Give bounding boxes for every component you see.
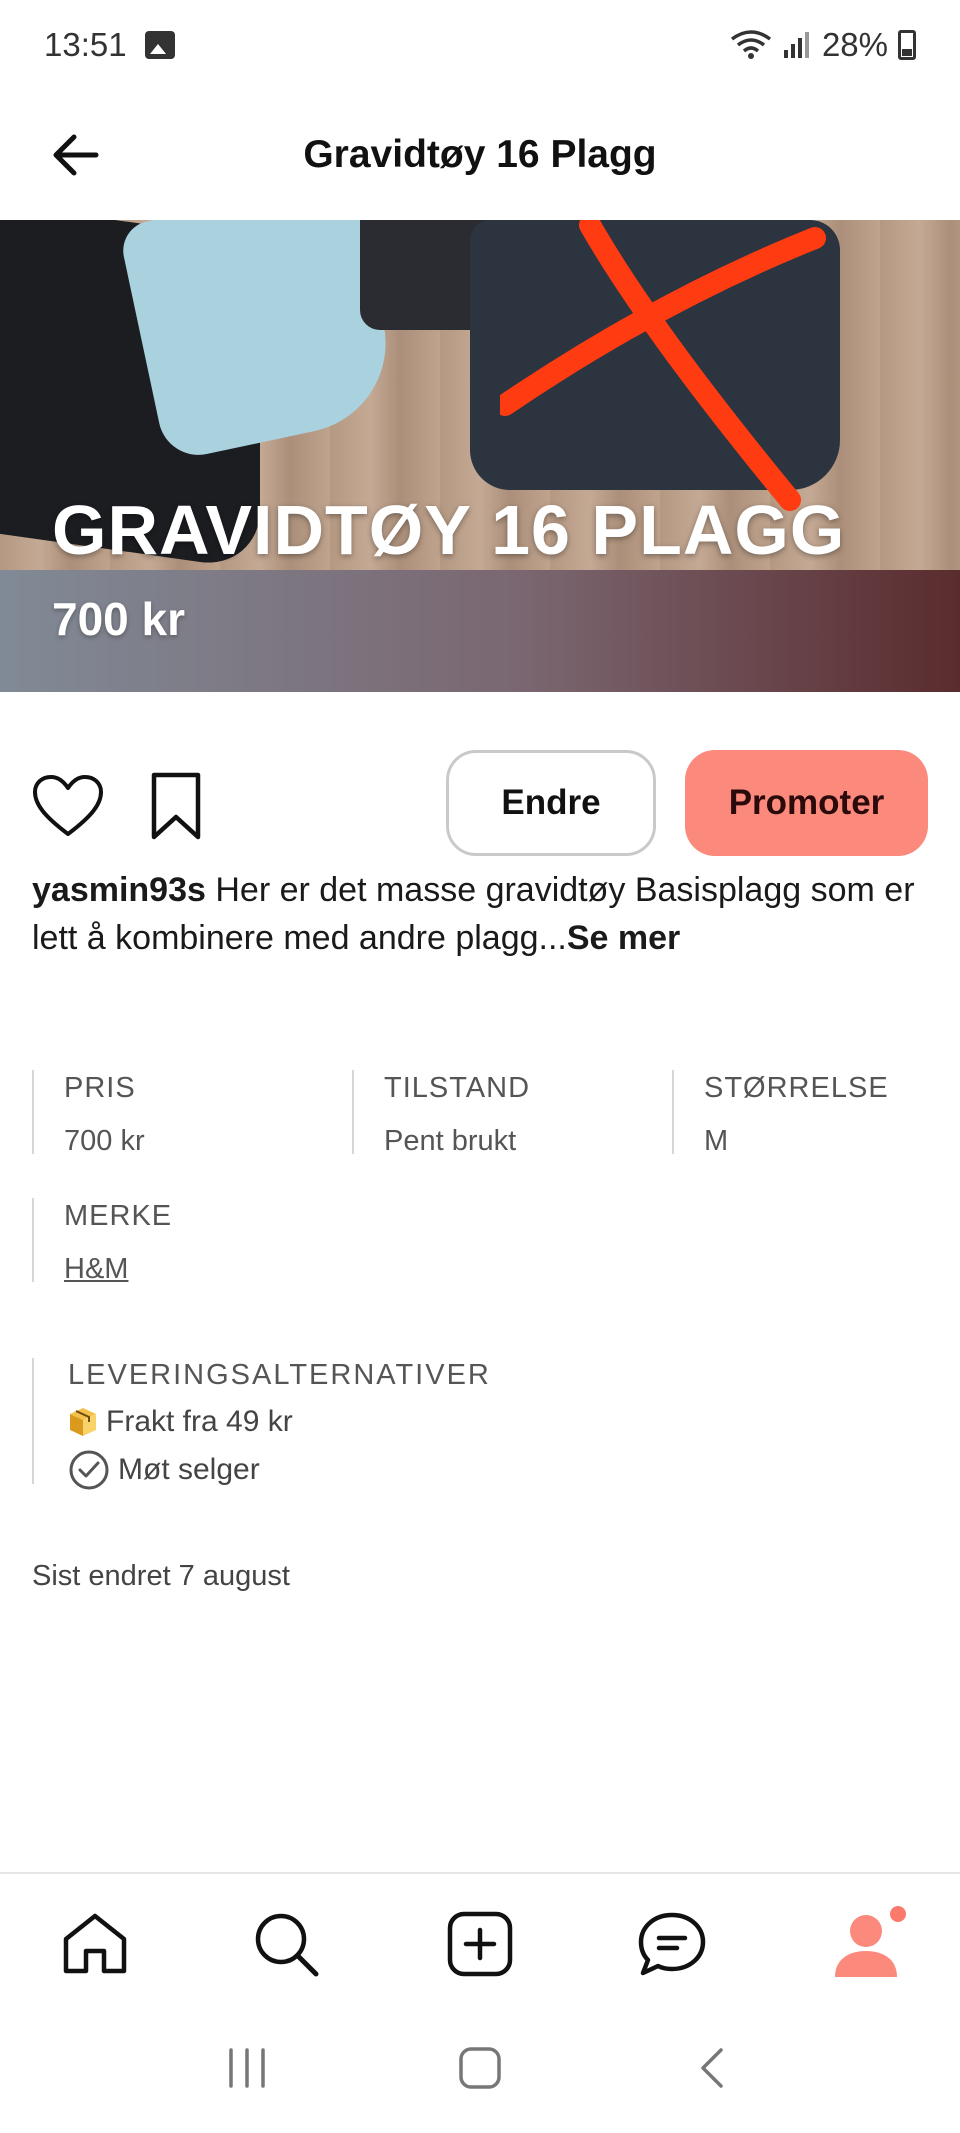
bottom-navigation: [0, 1872, 960, 2002]
like-button[interactable]: [32, 770, 104, 842]
delivery-option-meet: Møt selger: [68, 1450, 491, 1490]
recent-apps-button[interactable]: [207, 2028, 287, 2108]
wifi-icon: [730, 30, 771, 59]
page-title: Gravidtøy 16 Plagg: [303, 133, 657, 176]
attribute-brand: MERKE H&M: [32, 1198, 332, 1285]
status-time: 13:51: [44, 26, 127, 63]
signal-icon: [783, 32, 809, 58]
brand-link[interactable]: H&M: [64, 1252, 332, 1286]
nav-profile[interactable]: [826, 1904, 906, 1984]
recent-apps-icon: [228, 2047, 265, 2088]
delivery-title: LEVERINGSALTERNATIVER: [68, 1359, 491, 1391]
status-bar: 13:51 28%: [0, 0, 960, 90]
attribute-size: STØRRELSE M: [672, 1070, 942, 1157]
nav-home[interactable]: [55, 1904, 135, 1984]
image-price-text: 700 kr: [52, 593, 186, 645]
check-circle-icon: [69, 1450, 109, 1490]
nav-add-listing[interactable]: [440, 1904, 520, 1984]
listing-image[interactable]: GRAVIDTØY 16 PLAGG 700 kr: [0, 220, 960, 692]
nav-search[interactable]: [246, 1904, 326, 1984]
see-more-link[interactable]: Se mer: [567, 919, 680, 957]
battery-icon: [898, 30, 916, 60]
delivery-options: LEVERINGSALTERNATIVER Frakt fra 49 kr Mø…: [32, 1358, 491, 1490]
image-notification-icon: [144, 31, 175, 59]
profile-icon: [835, 1915, 897, 1977]
attribute-price: PRIS 700 kr: [32, 1070, 332, 1157]
package-icon: [70, 1408, 96, 1436]
seller-username[interactable]: yasmin93s: [32, 871, 206, 909]
add-icon: [447, 1911, 513, 1977]
bookmark-icon: [151, 772, 201, 840]
back-system-button[interactable]: [673, 2028, 753, 2108]
delivery-option-shipping: Frakt fra 49 kr: [68, 1404, 491, 1440]
back-button[interactable]: [40, 120, 110, 190]
app-header: Gravidtøy 16 Plagg: [0, 90, 960, 220]
system-navigation-bar: [0, 2002, 960, 2133]
search-icon: [255, 1913, 319, 1977]
home-system-button[interactable]: [440, 2028, 520, 2108]
arrow-left-icon: [53, 134, 99, 176]
edit-button[interactable]: Endre: [446, 750, 656, 856]
heart-icon: [33, 775, 103, 836]
home-icon: [63, 1913, 127, 1974]
notification-dot: [890, 1906, 906, 1922]
messages-icon: [638, 1912, 706, 1976]
chevron-left-icon: [701, 2047, 724, 2088]
attribute-condition: TILSTAND Pent brukt: [352, 1070, 652, 1157]
promote-button[interactable]: Promoter: [685, 750, 928, 856]
red-cross-mark: [500, 220, 826, 511]
last-updated-text: Sist endret 7 august: [32, 1560, 290, 1592]
save-button[interactable]: [140, 770, 212, 842]
delivery-option-label: Frakt fra 49 kr: [106, 1405, 293, 1438]
image-title-text: GRAVIDTØY 16 PLAGG: [52, 491, 846, 569]
listing-description: yasmin93s Her er det masse gravidtøy Bas…: [32, 866, 922, 962]
battery-percent: 28%: [821, 26, 888, 63]
action-row: Endre Promoter: [0, 750, 960, 856]
nav-messages[interactable]: [632, 1904, 712, 1984]
delivery-option-label: Møt selger: [118, 1453, 260, 1486]
home-square-icon: [459, 2046, 501, 2089]
